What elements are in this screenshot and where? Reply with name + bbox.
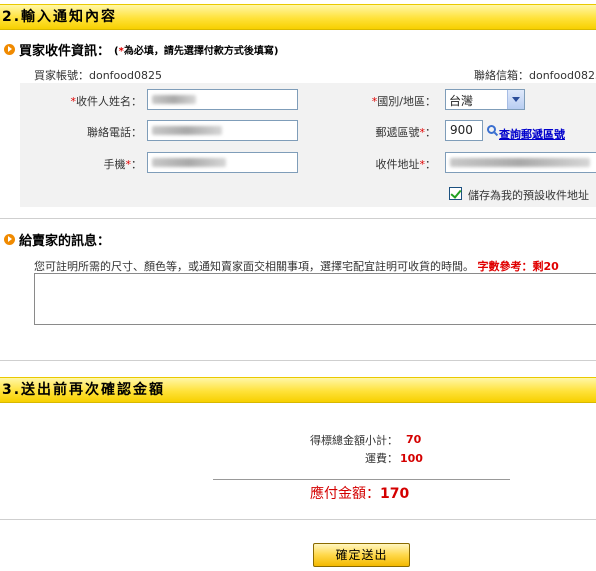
mobile-input[interactable]: [147, 152, 298, 173]
message-heading: 給賣家的訊息：: [4, 230, 110, 249]
arrow-bullet-icon: [4, 44, 15, 55]
summary-divider: [213, 479, 510, 480]
total-value: 170: [380, 486, 410, 502]
section-header-notify: 2.輸入通知內容: [0, 4, 596, 30]
section-title: 3.送出前再次確認金額: [2, 382, 166, 398]
message-textarea[interactable]: [34, 273, 596, 325]
address-input[interactable]: [445, 152, 596, 173]
char-count: 字數參考：剩20: [477, 260, 559, 273]
shipping-label: 運費：: [365, 452, 398, 465]
buyer-account: 買家帳號：donfood0825: [34, 69, 162, 82]
phone-label: 聯絡電話：: [87, 126, 142, 139]
save-default-label[interactable]: 儲存為我的預設收件地址: [468, 187, 589, 203]
buyer-info-heading: 買家收件資訊： (*為必填，請先選擇付款方式後填寫): [4, 40, 278, 59]
divider: [0, 218, 596, 219]
zip-lookup-link[interactable]: 查詢郵遞區號: [499, 126, 565, 142]
address-label: 收件地址*：: [375, 158, 437, 171]
recipient-form: *收件人姓名： 聯絡電話： 手機*： *國別/地區： 台灣 郵遞區號*： 900…: [20, 83, 596, 207]
message-title: 給賣家的訊息：: [19, 234, 111, 249]
contact-email: 聯絡信箱：donfood0825: [474, 69, 596, 82]
phone-input[interactable]: [147, 120, 298, 141]
region-select-value: 台灣: [449, 94, 474, 108]
total-amount: 應付金額：170: [310, 483, 409, 503]
subtotal-value: 70: [406, 433, 422, 446]
chevron-down-icon[interactable]: [507, 90, 524, 109]
zip-input[interactable]: 900: [445, 120, 483, 141]
recipient-name-input[interactable]: [147, 89, 298, 110]
total-label: 應付金額：: [310, 486, 380, 502]
section-header-confirm: 3.送出前再次確認金額: [0, 377, 596, 403]
zip-label: 郵遞區號*：: [375, 126, 437, 139]
account-row: 買家帳號：donfood0825 聯絡信箱：donfood0825: [34, 67, 596, 83]
section-title: 2.輸入通知內容: [2, 9, 118, 25]
mobile-label: 手機*：: [103, 158, 143, 171]
recipient-name-label: *收件人姓名：: [70, 95, 143, 108]
region-label: *國別/地區：: [371, 95, 436, 108]
subtotal-label: 得標總金額小計：: [310, 434, 398, 447]
region-select[interactable]: 台灣: [445, 89, 525, 110]
zip-value: 900: [450, 123, 473, 137]
submit-button[interactable]: 確定送出: [313, 543, 410, 567]
save-default-checkbox[interactable]: [449, 187, 462, 200]
buyer-info-title: 買家收件資訊：: [19, 44, 111, 59]
required-note: (*為必填，請先選擇付款方式後填寫): [114, 46, 279, 57]
arrow-bullet-icon: [4, 234, 15, 245]
magnifier-icon[interactable]: [487, 125, 496, 134]
divider: [0, 360, 596, 361]
shipping-value: 100: [400, 452, 423, 465]
divider: [0, 519, 596, 520]
message-hint: 您可註明所需的尺寸、顏色等，或通知賣家面交相關事項，選擇宅配宜註明可收貨的時間。…: [34, 260, 559, 273]
